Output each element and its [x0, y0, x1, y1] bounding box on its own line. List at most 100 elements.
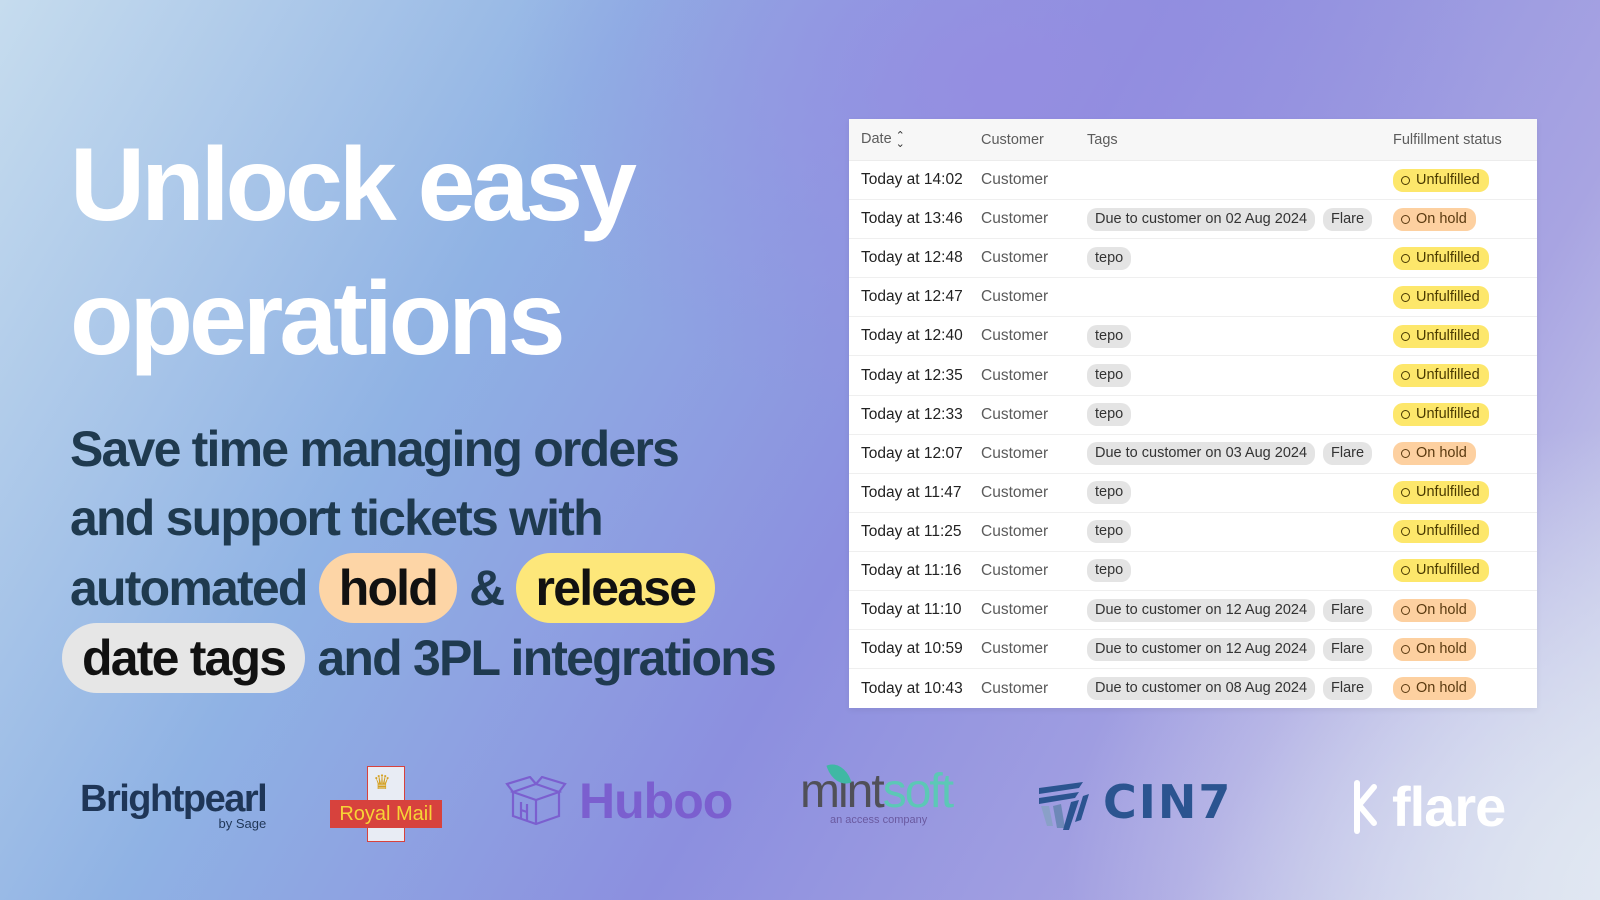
tag-chip: Due to customer on 12 Aug 2024: [1087, 598, 1316, 622]
subtitle-line4: date tags and 3PL integrations: [62, 623, 830, 693]
status-circle-icon: [1401, 214, 1410, 224]
mintsoft-name: mintsoft: [800, 766, 954, 818]
cell-status: On hold: [1393, 207, 1537, 231]
cell-date: Today at 13:46: [861, 210, 963, 228]
cell-tags: tepo: [1087, 559, 1393, 583]
table-row[interactable]: Today at 14:02 Customer Unfulfilled: [849, 161, 1537, 201]
cell-status: Unfulfilled: [1393, 403, 1537, 427]
status-circle-icon: [1401, 527, 1410, 537]
cell-customer[interactable]: Customer: [981, 484, 1087, 502]
status-badge: Unfulfilled: [1393, 285, 1489, 309]
cell-status: Unfulfilled: [1393, 364, 1537, 388]
subtitle-line2: and support tickets with: [70, 490, 604, 546]
cell-customer[interactable]: Customer: [981, 406, 1087, 424]
cell-status: Unfulfilled: [1393, 520, 1537, 544]
flare-name: flare: [1392, 775, 1506, 838]
cell-customer[interactable]: Customer: [981, 171, 1087, 189]
cell-customer[interactable]: Customer: [981, 562, 1087, 580]
cell-customer[interactable]: Customer: [981, 210, 1087, 228]
table-row[interactable]: Today at 11:25 Customer tepo Unfulfilled: [849, 513, 1537, 552]
cell-tags: tepo: [1087, 481, 1393, 505]
cell-customer[interactable]: Customer: [981, 640, 1087, 658]
cell-status: Unfulfilled: [1393, 246, 1537, 270]
cell-tags: tepo: [1087, 364, 1393, 388]
subtitle-rest: and 3PL integrations: [317, 630, 776, 686]
status-circle-icon: [1401, 292, 1410, 302]
cell-date: Today at 12:47: [861, 288, 963, 306]
subtitle-automated: automated: [70, 560, 308, 616]
cell-customer[interactable]: Customer: [981, 601, 1087, 619]
cell-customer[interactable]: Customer: [981, 445, 1087, 463]
date-tags-highlight: date tags: [62, 623, 306, 693]
mintsoft-sub: an access company: [830, 814, 928, 826]
subtitle-ampersand: &: [469, 560, 505, 616]
status-badge: Unfulfilled: [1393, 481, 1489, 505]
status-badge: Unfulfilled: [1393, 168, 1489, 192]
cell-tags: Due to customer on 02 Aug 2024 Flare: [1087, 207, 1393, 231]
column-header-status: Fulfillment status: [1393, 131, 1502, 148]
orders-table: Date ⌃ ⌄ Customer Tags Fulfillment status …: [849, 119, 1537, 709]
table-row[interactable]: Today at 10:59 Customer Due to customer on…: [849, 630, 1537, 670]
table-row[interactable]: Today at 13:46 Customer Due to customer on…: [849, 200, 1537, 240]
cell-date: Today at 14:02: [861, 171, 963, 189]
tag-chip: tepo: [1087, 481, 1132, 505]
tag-chip: tepo: [1087, 364, 1132, 388]
cell-customer[interactable]: Customer: [981, 523, 1087, 541]
cell-customer[interactable]: Customer: [981, 680, 1087, 698]
cell-tags: Due to customer on 12 Aug 2024 Flare: [1087, 598, 1393, 622]
table-row[interactable]: Today at 12:07 Customer Due to customer on…: [849, 435, 1537, 474]
table-row[interactable]: Today at 12:47 Customer Unfulfilled: [849, 278, 1537, 318]
status-circle-icon: [1401, 605, 1410, 615]
cell-date: Today at 12:07: [861, 444, 963, 462]
status-label: Unfulfilled: [1416, 523, 1480, 540]
tag-chip: Flare: [1323, 598, 1373, 622]
column-header-date[interactable]: Date ⌃ ⌄: [849, 130, 981, 149]
cell-status: Unfulfilled: [1393, 559, 1537, 583]
status-badge: Unfulfilled: [1393, 520, 1489, 544]
status-label: On hold: [1416, 601, 1467, 618]
table-row[interactable]: Today at 12:48 Customer tepo Unfulfilled: [849, 239, 1537, 279]
status-circle-icon: [1401, 175, 1410, 185]
sort-icon[interactable]: ⌃ ⌄: [896, 130, 905, 149]
royal-mail-logo: ♛ Royal Mail: [330, 766, 442, 842]
table-row[interactable]: Today at 11:10 Customer Due to customer on…: [849, 591, 1537, 631]
table-row[interactable]: Today at 12:33 Customer tepo Unfulfilled: [849, 396, 1537, 435]
cell-tags: tepo: [1087, 520, 1393, 544]
cell-customer[interactable]: Customer: [981, 288, 1087, 306]
tag-chip: tepo: [1087, 520, 1132, 544]
brightpearl-logo: Brightpearl by Sage: [80, 780, 268, 831]
table-row[interactable]: Today at 11:47 Customer tepo Unfulfilled: [849, 474, 1537, 513]
flare-mark-icon: [1354, 779, 1377, 834]
status-badge: Unfulfilled: [1393, 559, 1489, 583]
cell-date: Today at 12:35: [861, 366, 963, 384]
table-row[interactable]: Today at 10:43 Customer Due to customer on…: [849, 669, 1537, 708]
status-circle-icon: [1401, 371, 1410, 381]
mintsoft-logo: mintsoft an access company: [800, 759, 954, 826]
box-icon: [505, 776, 567, 826]
status-label: Unfulfilled: [1416, 288, 1480, 305]
status-circle-icon: [1401, 644, 1410, 654]
status-circle-icon: [1401, 566, 1410, 576]
table-row[interactable]: Today at 11:16 Customer tepo Unfulfilled: [849, 552, 1537, 592]
cell-status: Unfulfilled: [1393, 324, 1537, 348]
table-row[interactable]: Today at 12:40 Customer tepo Unfulfilled: [849, 317, 1537, 357]
status-label: On hold: [1416, 445, 1467, 462]
status-label: Unfulfilled: [1416, 484, 1480, 501]
table-row[interactable]: Today at 12:35 Customer tepo Unfulfilled: [849, 356, 1537, 396]
status-badge: On hold: [1393, 207, 1476, 231]
brightpearl-sub: by Sage: [218, 816, 267, 831]
cell-customer[interactable]: Customer: [981, 249, 1087, 267]
cell-customer[interactable]: Customer: [981, 327, 1087, 345]
status-label: Unfulfilled: [1416, 367, 1480, 384]
cell-customer[interactable]: Customer: [981, 367, 1087, 385]
tag-chip: Flare: [1323, 637, 1373, 661]
table-header: Date ⌃ ⌄ Customer Tags Fulfillment status: [849, 119, 1537, 161]
cell-date: Today at 12:33: [861, 405, 963, 423]
tag-chip: Flare: [1323, 207, 1373, 231]
tag-chip: tepo: [1087, 324, 1132, 348]
subtitle: Save time managing orders and support ti…: [62, 415, 830, 693]
cell-tags: tepo: [1087, 246, 1393, 270]
crown-icon: ♛: [373, 772, 391, 794]
status-circle-icon: [1401, 253, 1410, 263]
status-circle-icon: [1401, 488, 1410, 498]
